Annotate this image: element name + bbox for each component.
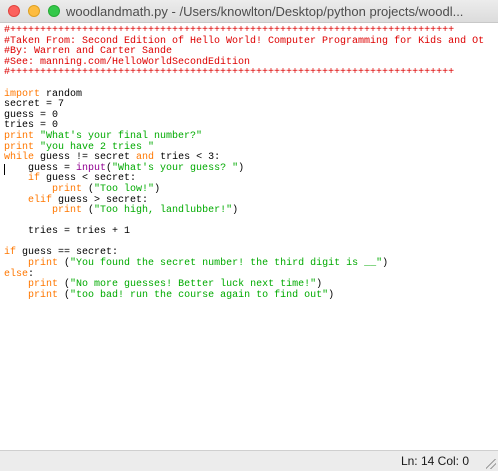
code-token-keyword: print — [28, 279, 59, 291]
title-bar[interactable]: woodlandmath.py - /Users/knowlton/Deskto… — [0, 0, 498, 23]
code-token-keyword: and — [136, 152, 155, 164]
resize-grip-icon[interactable] — [486, 459, 496, 469]
code-token-string: "you have 2 tries " — [34, 141, 155, 153]
close-window-button[interactable] — [8, 5, 20, 17]
code-line[interactable]: print ("You found the secret number! the… — [4, 258, 498, 270]
code-token-default: tries = tries + 1 — [4, 226, 131, 238]
window-title: woodlandmath.py - /Users/knowlton/Deskto… — [66, 4, 464, 19]
idle-editor-window: woodlandmath.py - /Users/knowlton/Deskto… — [0, 0, 498, 471]
code-token-default: guess == secret: — [16, 247, 119, 259]
code-token-keyword: print — [4, 130, 35, 142]
code-token-keyword: import — [4, 88, 41, 100]
code-line[interactable]: print ("Too high, landlubber!") — [4, 205, 498, 217]
code-line[interactable]: tries = tries + 1 — [4, 226, 498, 238]
code-token-keyword: print — [28, 289, 59, 301]
code-token-keyword: print — [28, 258, 59, 270]
code-token-keyword: print — [52, 205, 83, 217]
code-token-default — [4, 290, 28, 301]
code-token-string: "No more guesses! Better luck next time!… — [70, 279, 317, 291]
code-token-default: : — [28, 268, 35, 280]
code-token-default: guess < secret: — [40, 173, 137, 185]
code-token-string: "Too high, landlubber!" — [94, 205, 233, 217]
code-token-keyword: print — [4, 141, 35, 153]
code-token-default — [4, 184, 52, 195]
code-token-default — [4, 195, 28, 206]
code-token-default: ( — [58, 258, 71, 270]
code-token-keyword: while — [4, 152, 35, 164]
cursor-position: Ln: 14 Col: 0 — [400, 454, 469, 468]
code-token-default: ( — [58, 289, 71, 301]
code-token-default: tries < 3: — [154, 152, 221, 164]
code-token-default: ) — [238, 162, 245, 174]
code-token-default: guess > secret: — [52, 194, 149, 206]
code-token-comment: #+++++++++++++++++++++++++++++++++++++++… — [4, 25, 455, 36]
minimize-window-button[interactable] — [28, 5, 40, 17]
code-token-default: tries = 0 — [4, 120, 59, 132]
code-token-keyword: else — [4, 268, 29, 280]
code-token-comment: #+++++++++++++++++++++++++++++++++++++++… — [4, 67, 455, 79]
code-token-default: ) — [232, 205, 239, 217]
code-token-comment: #Taken From: Second Edition of Hello Wor… — [4, 35, 485, 47]
code-token-keyword: print — [52, 183, 83, 195]
zoom-window-button[interactable] — [48, 5, 60, 17]
text-cursor — [4, 163, 5, 175]
code-token-default — [4, 279, 28, 290]
code-token-comment: #By: Warren and Carter Sande — [4, 46, 173, 58]
code-line[interactable]: import random — [4, 88, 498, 101]
code-token-string: "You found the secret number! the third … — [70, 258, 383, 270]
code-token-default: random — [40, 88, 83, 100]
code-line[interactable]: print ("too bad! run the course again to… — [4, 289, 498, 302]
code-token-keyword: if — [4, 247, 17, 259]
code-token-default: guess != secret — [34, 152, 137, 164]
code-editor[interactable]: #+++++++++++++++++++++++++++++++++++++++… — [0, 23, 498, 450]
code-token-string: "too bad! run the course again to find o… — [70, 289, 329, 301]
code-token-default: ( — [82, 205, 95, 217]
code-token-string: "Too low!" — [94, 183, 155, 195]
code-line[interactable]: #+++++++++++++++++++++++++++++++++++++++… — [4, 68, 498, 79]
code-token-default: ( — [58, 279, 71, 291]
code-token-keyword: elif — [28, 194, 53, 206]
code-token-default: ) — [316, 279, 323, 291]
code-token-default: ) — [154, 183, 161, 195]
code-token-default: ) — [328, 289, 335, 301]
code-line[interactable]: secret = 7 — [4, 99, 498, 111]
code-token-default — [4, 173, 28, 184]
code-token-string: "What's your final number?" — [34, 130, 203, 142]
code-token-default: secret = 7 — [4, 99, 65, 111]
code-token-keyword: if — [28, 173, 41, 185]
code-token-default: ) — [382, 258, 389, 270]
code-token-default — [4, 258, 28, 269]
code-line[interactable]: guess = 0 — [4, 110, 498, 122]
status-bar: Ln: 14 Col: 0 — [0, 450, 498, 471]
code-token-comment: #See: manning.com/HelloWorldSecondEditio… — [4, 56, 251, 68]
code-token-default: ( — [82, 183, 95, 195]
code-token-default — [4, 205, 52, 216]
code-text[interactable]: #+++++++++++++++++++++++++++++++++++++++… — [4, 25, 498, 302]
